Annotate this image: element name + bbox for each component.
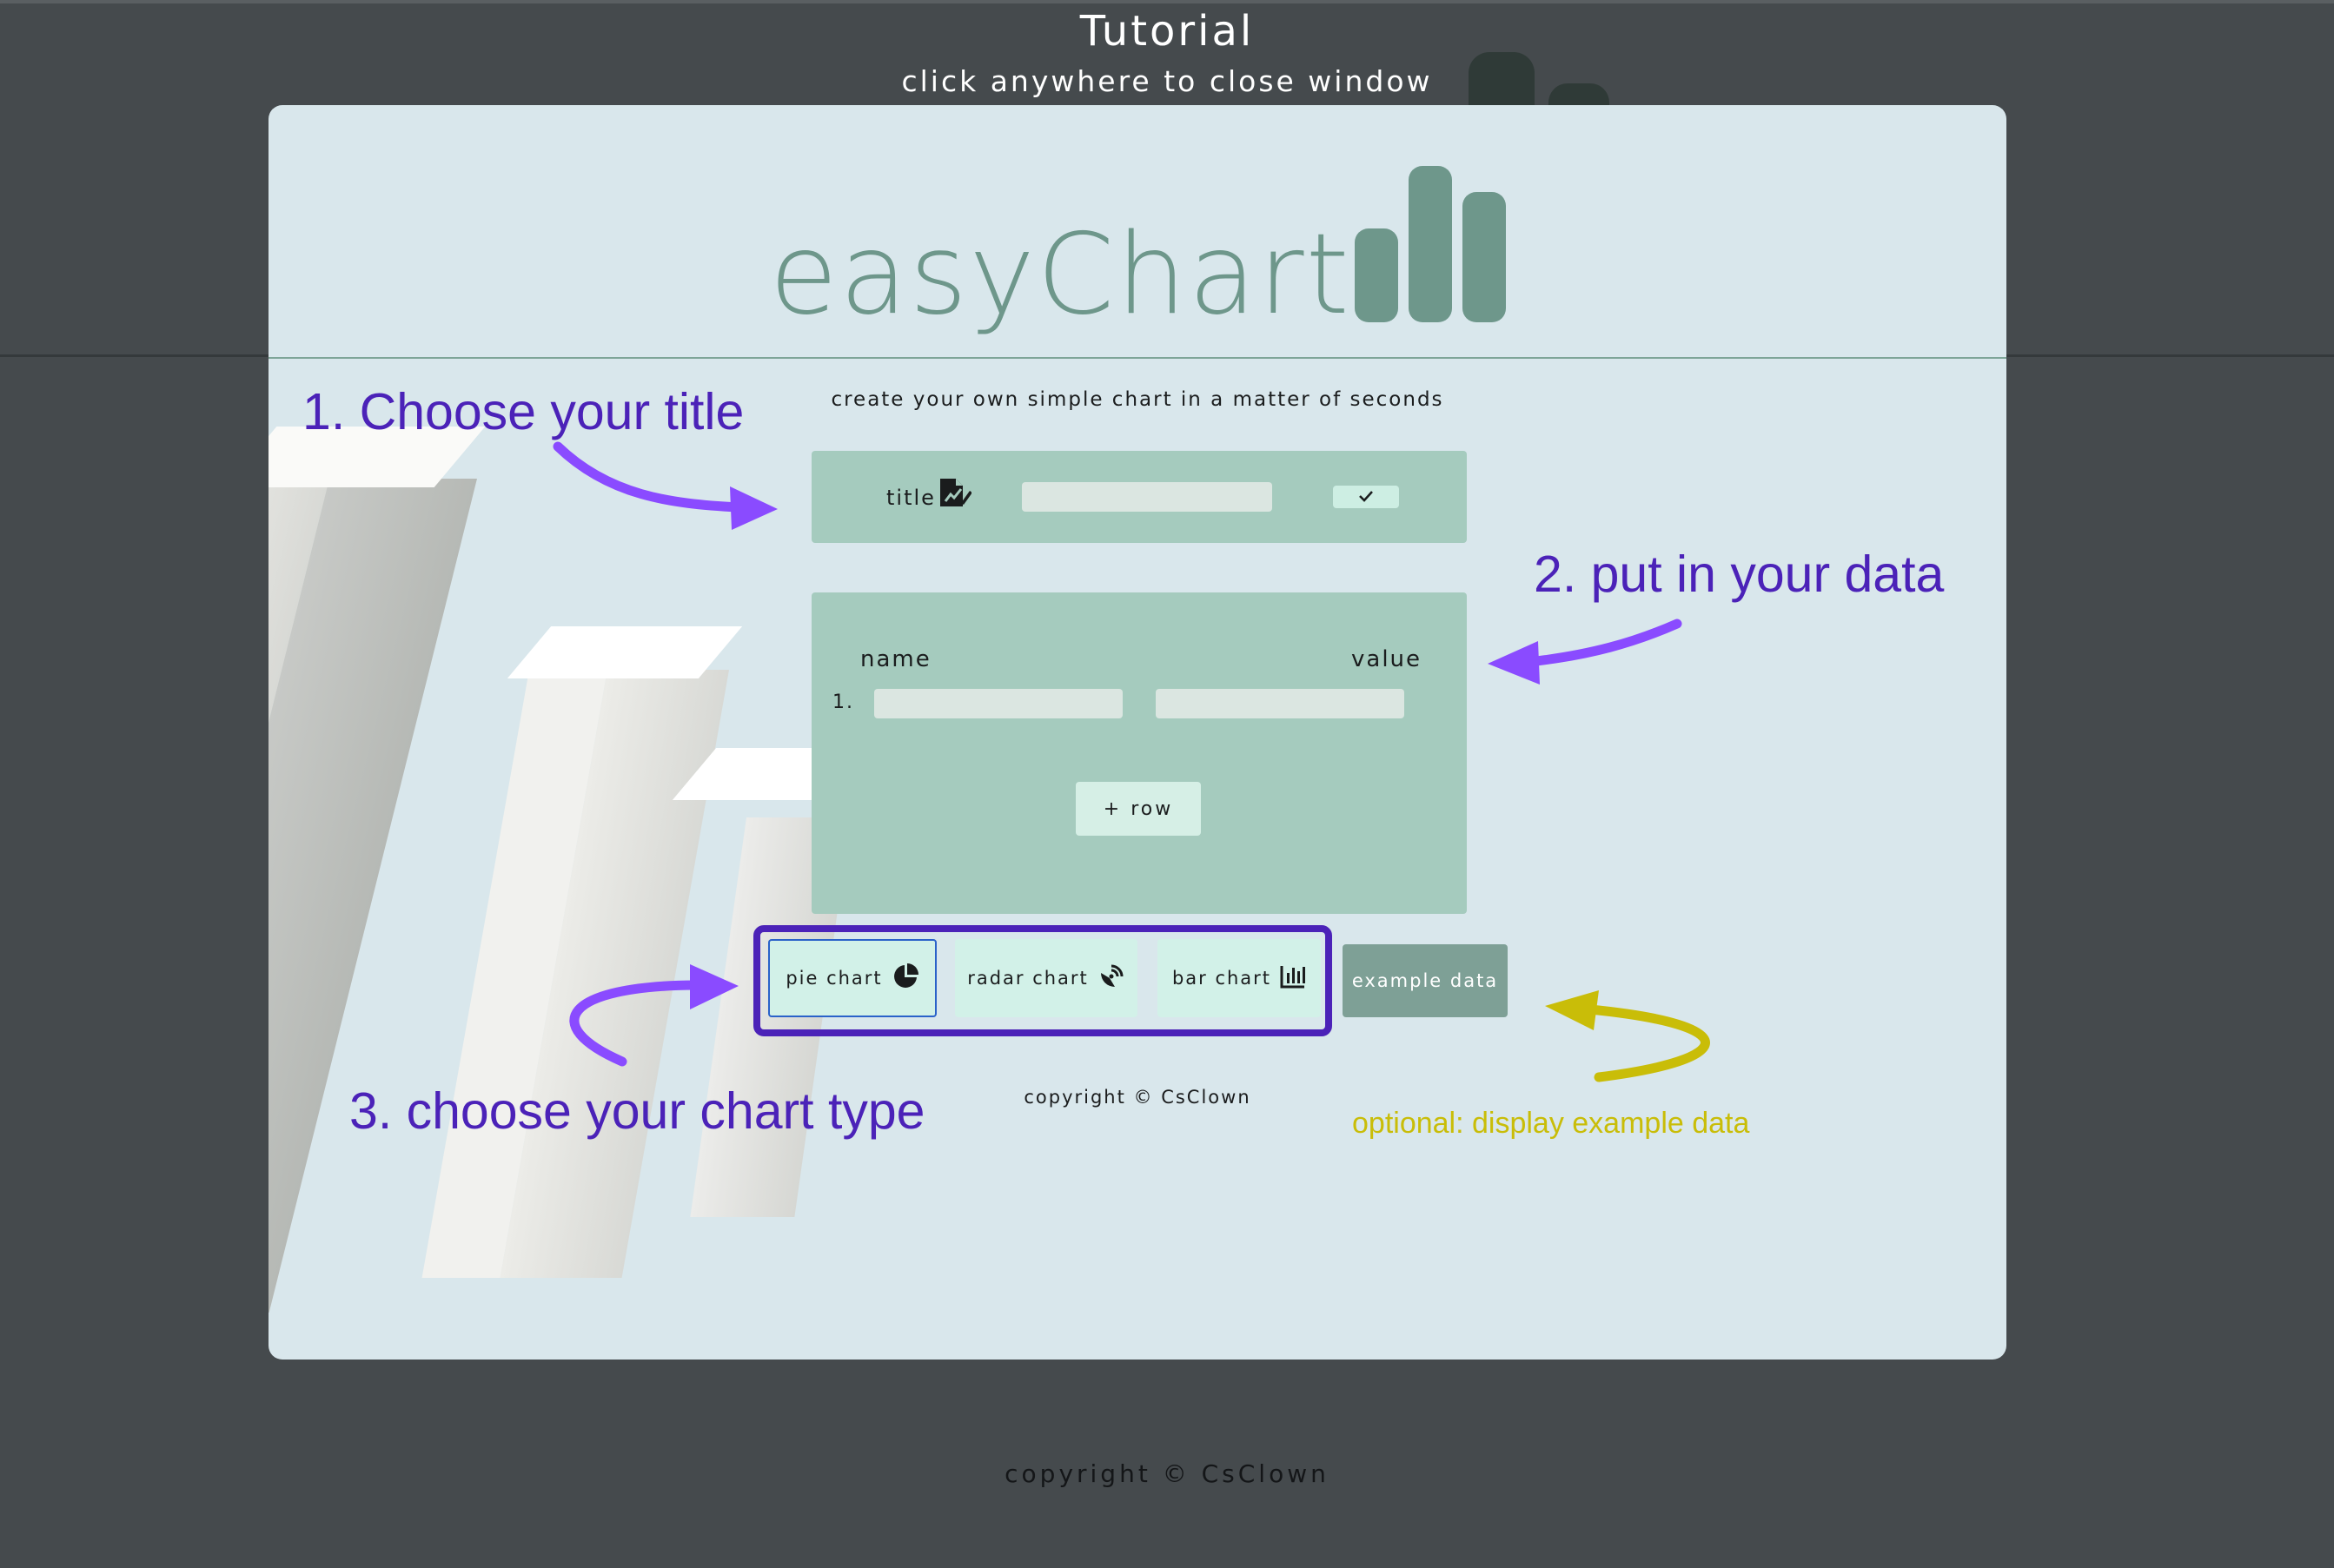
close-window-hint[interactable]: click anywhere to close window bbox=[0, 64, 2334, 98]
logo-bars-icon bbox=[1354, 166, 1506, 322]
radar-chart-label: radar chart bbox=[967, 968, 1089, 989]
value-column-header: value bbox=[1351, 646, 1422, 672]
logo-bar bbox=[1462, 192, 1506, 322]
title-card: title bbox=[812, 451, 1467, 543]
logo-bar bbox=[1354, 228, 1398, 322]
checkmark-icon bbox=[1358, 489, 1374, 506]
title-input[interactable] bbox=[1022, 482, 1272, 512]
bar-chart-button[interactable]: bar chart bbox=[1157, 939, 1321, 1017]
top-border bbox=[0, 0, 2334, 3]
header-divider bbox=[269, 357, 2006, 359]
logo-wordmark: easyChart bbox=[769, 210, 1351, 340]
logo-bar bbox=[1408, 166, 1452, 322]
annotation-step1: 1. Choose your title bbox=[302, 383, 745, 440]
radar-chart-button[interactable]: radar chart bbox=[955, 939, 1137, 1017]
pie-chart-icon bbox=[892, 963, 919, 995]
app-logo: easyChart bbox=[269, 131, 2006, 348]
page-copyright: copyright © CsClown bbox=[1005, 1459, 1329, 1488]
tutorial-window[interactable]: easyChart create your own simple chart i… bbox=[269, 105, 2006, 1360]
row-value-input[interactable] bbox=[1156, 689, 1404, 718]
row-name-input[interactable] bbox=[874, 689, 1123, 718]
tutorial-title: Tutorial bbox=[1079, 7, 1255, 56]
edit-document-icon bbox=[937, 477, 972, 513]
add-row-button[interactable]: + row bbox=[1076, 782, 1201, 836]
bar-chart-label: bar chart bbox=[1171, 968, 1272, 989]
data-card: name value 1. + row bbox=[812, 592, 1467, 914]
bar-chart-icon bbox=[1280, 964, 1306, 993]
annotation-optional: optional: display example data bbox=[1352, 1107, 1750, 1140]
confirm-title-button[interactable] bbox=[1333, 486, 1399, 508]
annotation-step3: 3. choose your chart type bbox=[349, 1082, 925, 1140]
annotation-step2: 2. put in your data bbox=[1534, 546, 1945, 603]
example-data-button[interactable]: example data bbox=[1343, 944, 1508, 1017]
pie-chart-label: pie chart bbox=[786, 968, 883, 989]
row-index: 1. bbox=[832, 691, 854, 713]
radar-chart-icon bbox=[1097, 963, 1125, 995]
pie-chart-button[interactable]: pie chart bbox=[768, 939, 937, 1017]
title-label: title bbox=[886, 486, 936, 510]
name-column-header: name bbox=[860, 646, 932, 672]
